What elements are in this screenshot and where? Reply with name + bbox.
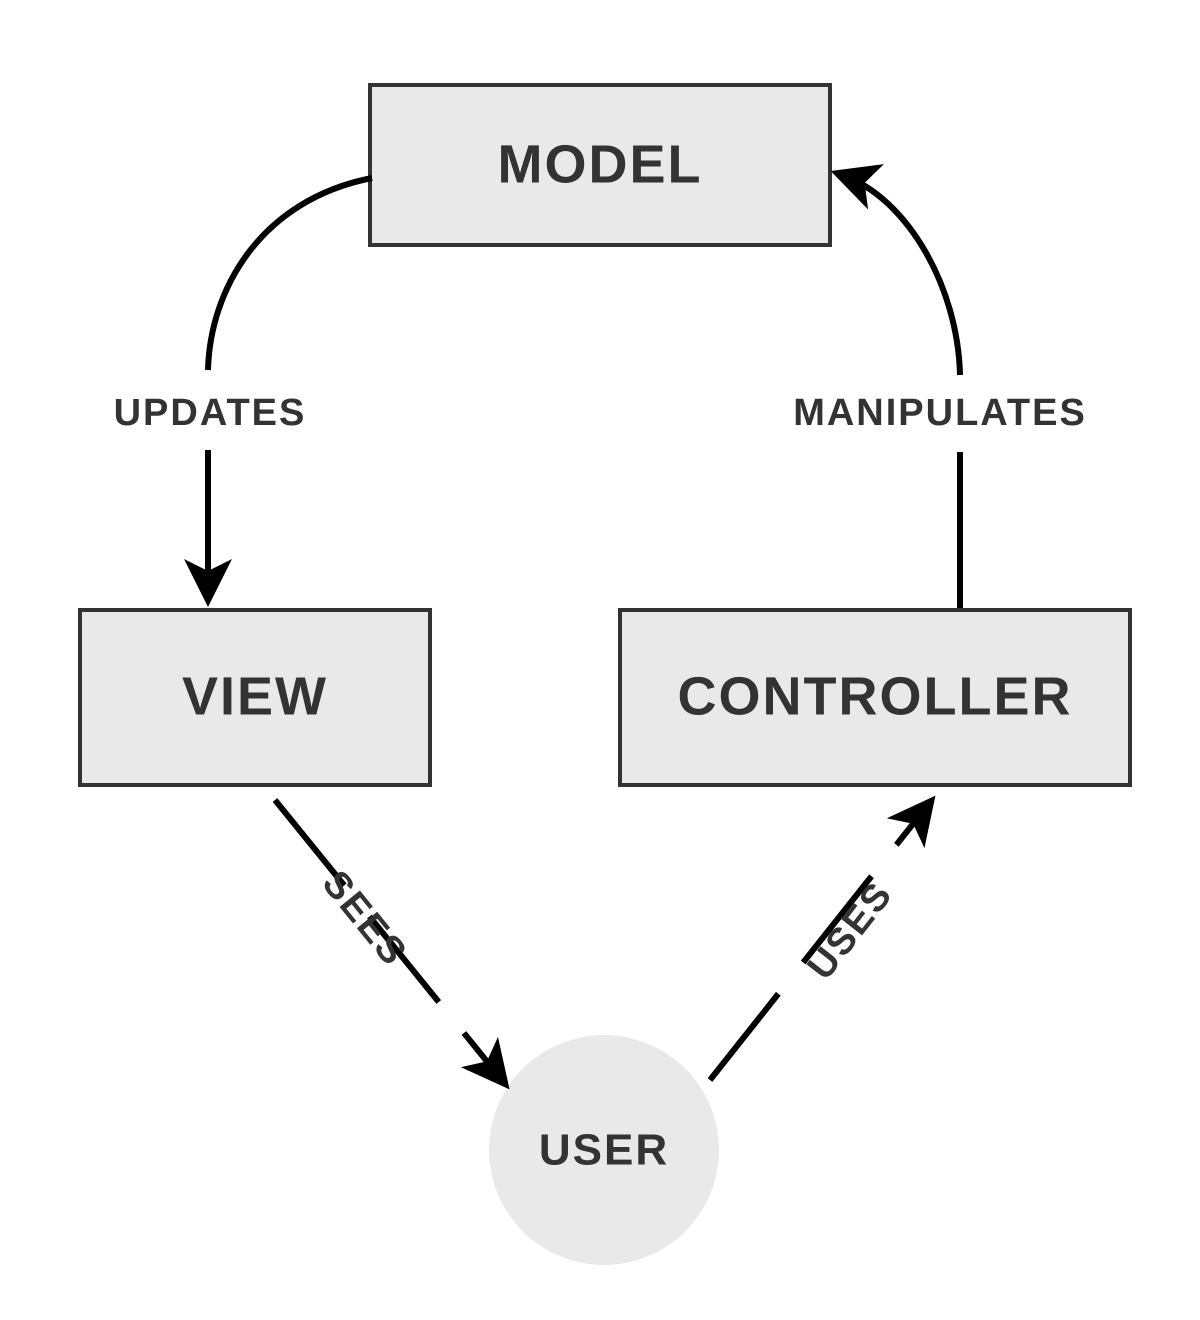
edge-uses: USES [710,805,928,1080]
node-user-label: USER [539,1126,669,1175]
edge-updates-label: UPDATES [114,392,307,434]
edge-uses-label: USES [800,874,902,988]
node-view-label: VIEW [182,666,328,726]
edge-sees-label: SEES [314,863,415,974]
edge-manipulates-label: MANIPULATES [793,392,1087,434]
edge-manipulates: MANIPULATES [793,175,1087,608]
node-view: VIEW [80,610,430,785]
node-user: USER [489,1035,719,1265]
edge-sees: SEES [275,800,502,1080]
node-model-label: MODEL [498,134,703,194]
mvc-diagram: MODEL VIEW CONTROLLER USER UPDATES MANIP… [0,0,1200,1320]
edge-updates: UPDATES [114,178,372,595]
node-model: MODEL [370,85,830,245]
node-controller: CONTROLLER [620,610,1130,785]
node-controller-label: CONTROLLER [678,666,1073,726]
